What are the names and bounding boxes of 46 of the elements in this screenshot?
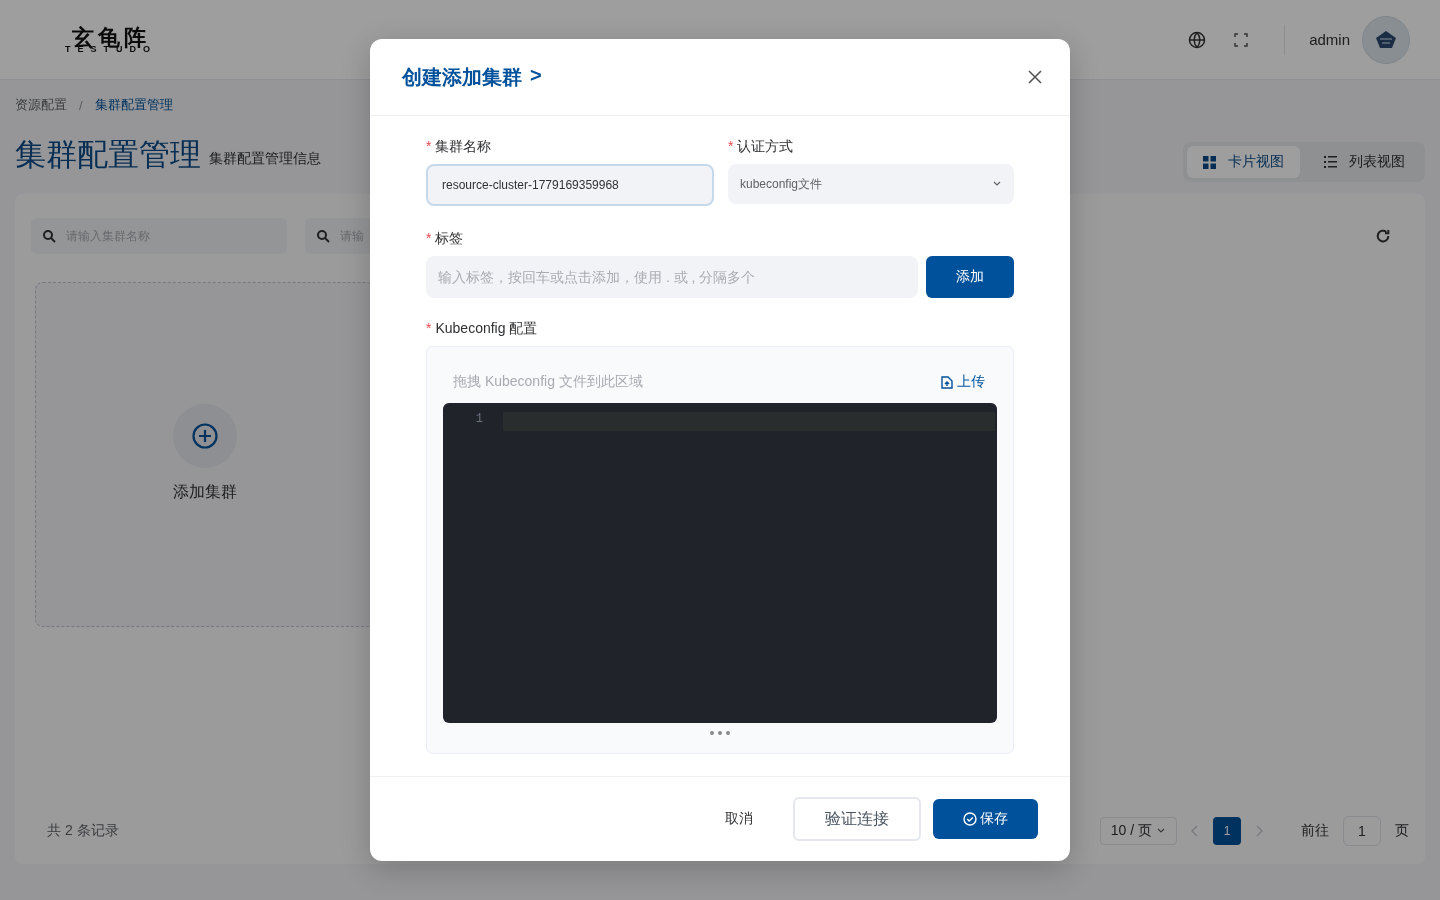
fullscreen-icon[interactable] (1234, 32, 1249, 47)
field-label: * 认证方式 (728, 138, 795, 156)
total-count: 共 2 条记录 (47, 822, 119, 840)
breadcrumb-item[interactable]: 集群配置管理 (94, 96, 173, 114)
list-icon (1324, 156, 1337, 168)
auth-method-select[interactable]: kubeconfig文件 (728, 164, 1014, 204)
chevron-icon (992, 181, 1002, 187)
chevron-icon (1156, 828, 1166, 834)
breadcrumb-separator: / (79, 97, 83, 113)
resize-handle-icon[interactable] (710, 731, 730, 735)
plus-circle-icon (191, 423, 218, 449)
code-editor[interactable]: 1 (443, 403, 997, 723)
upload-button[interactable]: 上传 (941, 373, 985, 391)
tag-input-field[interactable]: 输入标签，按回车或点击添加，使用 . 或 , 分隔多个 (426, 256, 918, 298)
page-number[interactable]: 1 (1213, 817, 1241, 845)
field-label: * 标签 (426, 230, 465, 248)
goto-field[interactable]: 1 (1343, 816, 1381, 846)
goto-label: 前往 (1301, 822, 1329, 840)
line-number: 1 (474, 412, 484, 428)
field-label: * Kubeconfig 配置 (426, 320, 539, 338)
search-icon (317, 229, 330, 243)
search-icon (43, 229, 56, 243)
grid-icon (1203, 155, 1216, 169)
add-tag-button[interactable]: 添加 (926, 256, 1014, 298)
user-name[interactable]: admin (1309, 31, 1350, 48)
page-size-select[interactable]: 10 / 页 (1099, 817, 1177, 845)
view-toggle-button[interactable]: 卡片视图 (1187, 146, 1300, 178)
kubeconfig-drop-zone[interactable]: 拖拽 Kubeconfig 文件到此区域 上传 1 (426, 346, 1014, 754)
verify-button[interactable]: 验证连接 (793, 797, 921, 841)
page-subtitle: 集群配置管理信息 (209, 150, 321, 168)
cluster-name-field[interactable]: resource-cluster-1779169359968 (426, 164, 714, 206)
dialog-title: 创建添加集群 > (402, 63, 542, 90)
refresh-icon[interactable] (1375, 228, 1391, 244)
view-toggle-button[interactable]: 列表视图 (1308, 146, 1421, 178)
add-cluster-label: 添加集群 (172, 482, 237, 502)
avatar[interactable] (1362, 15, 1410, 64)
globe-icon[interactable] (1188, 30, 1207, 49)
breadcrumb-item[interactable]: 资源配置 (15, 96, 67, 114)
page-suffix: 页 (1395, 822, 1409, 840)
cancel-button[interactable]: 取消 (697, 810, 781, 828)
file-upload-icon (941, 375, 953, 389)
drop-hint: 拖拽 Kubeconfig 文件到此区域 (453, 373, 643, 391)
page-title: 集群配置管理 (15, 139, 201, 170)
check-circle-icon (963, 812, 977, 826)
save-button[interactable]: 保存 (933, 799, 1038, 839)
field-label: * 集群名称 (426, 138, 493, 156)
